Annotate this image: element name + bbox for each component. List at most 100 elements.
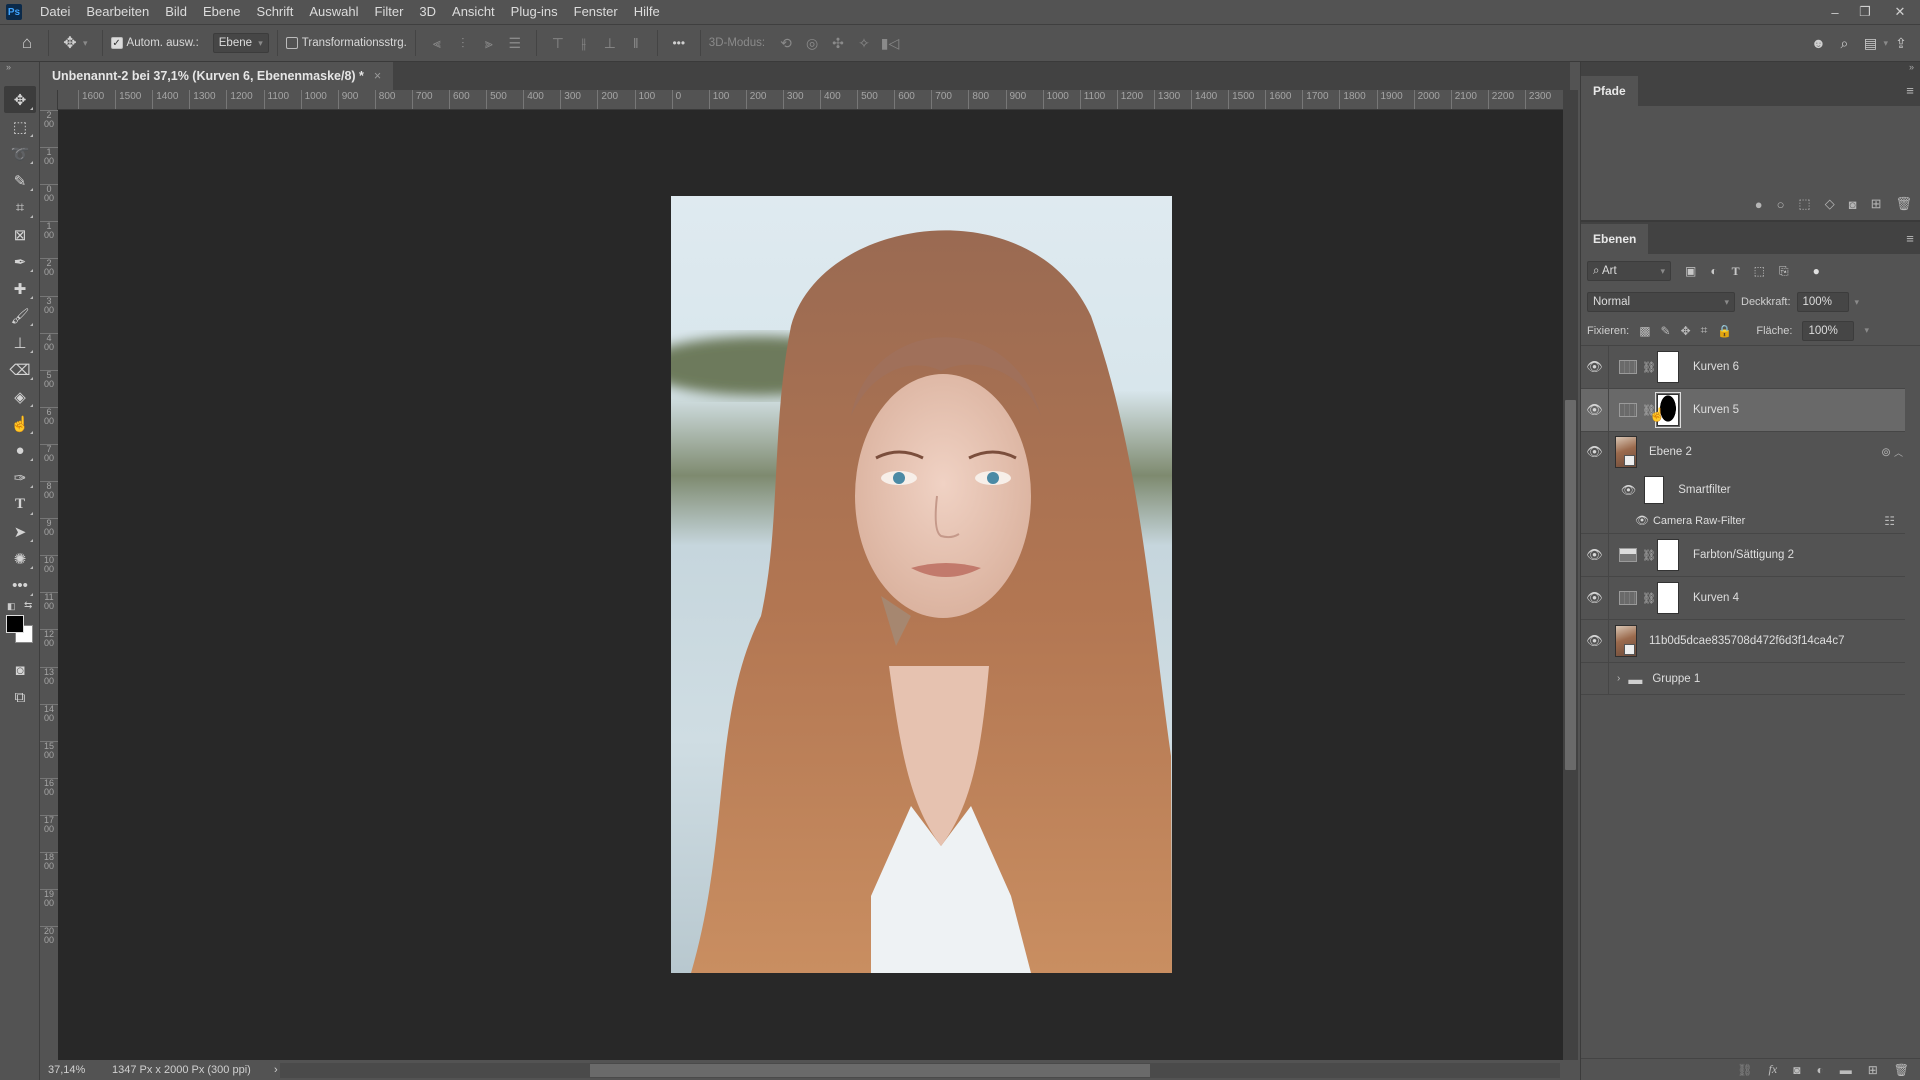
new-adjustment-layer-icon[interactable]: ◐ xyxy=(1816,1063,1823,1077)
more-tools-icon[interactable]: ••• xyxy=(4,572,36,599)
link-icon[interactable]: ⛓ xyxy=(1642,361,1656,374)
link-layers-icon[interactable]: ⛓ xyxy=(1737,1063,1752,1077)
layer-row[interactable]: 👁 Ebene 2 ⊚ ︿ xyxy=(1581,432,1905,472)
layer-mask-thumbnail[interactable] xyxy=(1657,582,1679,614)
default-colors-icon[interactable]: ◧ xyxy=(7,601,16,612)
add-layer-mask-icon[interactable]: ◙ xyxy=(1793,1063,1800,1077)
layer-row[interactable]: 👁 11b0d5dcae835708d472f6d3f14ca4c7 xyxy=(1581,619,1905,663)
healing-brush-tool-icon[interactable]: ✚ xyxy=(4,275,36,302)
fill-chevron-icon[interactable]: ▾ xyxy=(1864,325,1869,336)
delete-path-icon[interactable]: 🗑 xyxy=(1895,196,1912,212)
collapse-toolbar-icon[interactable]: » xyxy=(0,62,39,76)
foreground-color-swatch[interactable] xyxy=(6,615,24,633)
panel-menu-icon[interactable]: ≡ xyxy=(1900,231,1920,246)
transform-controls-checkbox[interactable] xyxy=(285,37,298,49)
paint-bucket-tool-icon[interactable]: ◈ xyxy=(4,383,36,410)
vertical-scrollbar[interactable] xyxy=(1563,90,1578,1060)
status-menu-arrow[interactable]: › xyxy=(274,1064,278,1076)
workspace-icon[interactable]: ▤ xyxy=(1857,30,1883,56)
fill-field[interactable]: 100% xyxy=(1802,320,1855,341)
3d-pan-icon[interactable]: ✣ xyxy=(825,30,851,56)
load-path-as-selection-icon[interactable]: ⬚ xyxy=(1798,196,1810,212)
filter-adjustment-layers-icon[interactable]: ◐ xyxy=(1710,264,1717,278)
menu-ansicht[interactable]: Ansicht xyxy=(444,0,503,24)
minimize-button[interactable]: – xyxy=(1820,0,1850,24)
menu-filter[interactable]: Filter xyxy=(367,0,412,24)
new-layer-icon[interactable]: ⊞ xyxy=(1868,1063,1878,1077)
menu-datei[interactable]: Datei xyxy=(32,0,78,24)
screen-mode-icon[interactable]: ⧉ xyxy=(4,684,36,711)
chevron-down-icon[interactable]: ▾ xyxy=(83,38,88,49)
layer-style-fx-icon[interactable]: fx xyxy=(1769,1062,1778,1077)
smart-filter-mask-thumbnail[interactable] xyxy=(1644,476,1665,504)
visibility-eye-icon[interactable]: 👁 xyxy=(1581,619,1609,663)
quick-mask-icon[interactable]: ◙ xyxy=(4,657,36,684)
lock-position-icon[interactable]: ✥ xyxy=(1681,324,1691,338)
restore-button[interactable]: ❐ xyxy=(1850,0,1880,24)
quick-selection-tool-icon[interactable]: ✎ xyxy=(4,167,36,194)
lock-transparent-pixels-icon[interactable]: ▩ xyxy=(1639,324,1650,338)
menu-fenster[interactable]: Fenster xyxy=(566,0,626,24)
menu-auswahl[interactable]: Auswahl xyxy=(301,0,366,24)
dodge-tool-icon[interactable]: ● xyxy=(4,437,36,464)
layer-mask-thumbnail[interactable] xyxy=(1657,351,1679,383)
swap-colors-icon[interactable]: ⇆ xyxy=(24,600,32,611)
distribute-vertical-icon[interactable]: ☰ xyxy=(502,30,528,56)
align-center-h-icon[interactable]: ⫶ xyxy=(450,30,476,56)
expand-group-chevron-icon[interactable]: › xyxy=(1617,673,1620,684)
make-work-path-icon[interactable]: ◇ xyxy=(1825,196,1835,212)
visibility-eye-icon[interactable]: 👁 xyxy=(1581,432,1609,472)
type-tool-icon[interactable]: T xyxy=(4,491,36,518)
group-row[interactable]: › ▬ Gruppe 1 xyxy=(1581,662,1905,695)
menu-hilfe[interactable]: Hilfe xyxy=(626,0,668,24)
layer-row[interactable]: 👁 ⛓ Kurven 4 xyxy=(1581,576,1905,620)
more-options-button[interactable]: ••• xyxy=(666,30,692,56)
distribute-horizontal-icon[interactable]: ‖ xyxy=(623,30,649,56)
visibility-eye-icon[interactable]: 👁 xyxy=(1635,514,1649,527)
crop-tool-icon[interactable]: ⌗ xyxy=(4,194,36,221)
smudge-tool-icon[interactable]: ☝ xyxy=(4,410,36,437)
filter-smart-objects-icon[interactable]: ⎘ xyxy=(1779,264,1789,279)
visibility-eye-icon[interactable]: 👁 xyxy=(1581,533,1609,577)
add-mask-icon[interactable]: ◙ xyxy=(1849,197,1857,212)
new-path-icon[interactable]: ⊞ xyxy=(1871,196,1882,212)
document-tab[interactable]: Unbenannt-2 bei 37,1% (Kurven 6, Ebenenm… xyxy=(40,62,394,90)
new-group-icon[interactable]: ▬ xyxy=(1840,1063,1852,1077)
smart-filter-indicator-icon[interactable]: ⊚ xyxy=(1881,445,1891,459)
align-bottom-icon[interactable]: ⊥ xyxy=(597,30,623,56)
horizontal-scrollbar[interactable] xyxy=(280,1063,1560,1078)
vertical-scroll-thumb[interactable] xyxy=(1565,400,1576,770)
filter-blending-options-icon[interactable]: ☷ xyxy=(1884,514,1895,528)
search-icon[interactable]: ⌕ xyxy=(1831,30,1857,56)
delete-layer-icon[interactable]: 🗑 xyxy=(1894,1063,1909,1077)
filter-pixel-layers-icon[interactable]: ▣ xyxy=(1685,264,1696,278)
tab-pfade[interactable]: Pfade xyxy=(1581,76,1638,106)
fill-path-icon[interactable]: ● xyxy=(1755,197,1763,212)
layer-mask-thumbnail[interactable] xyxy=(1657,539,1679,571)
menu-3d[interactable]: 3D xyxy=(411,0,444,24)
opacity-chevron-icon[interactable]: ▾ xyxy=(1855,297,1860,308)
visibility-eye-icon[interactable]: 👁 xyxy=(1581,388,1609,432)
visibility-eye-icon[interactable]: 👁 xyxy=(1581,345,1609,389)
blend-mode-dropdown[interactable]: Normal ▾ xyxy=(1587,292,1735,312)
visibility-eye-icon[interactable]: 👁 xyxy=(1621,483,1636,497)
3d-camera-icon[interactable]: ▮◁ xyxy=(877,30,903,56)
home-icon[interactable]: ⌂ xyxy=(14,30,40,56)
menu-bild[interactable]: Bild xyxy=(157,0,195,24)
visibility-eye-icon[interactable]: 👁 xyxy=(1581,576,1609,620)
3d-orbit-icon[interactable]: ⟲ xyxy=(773,30,799,56)
menu-bearbeiten[interactable]: Bearbeiten xyxy=(78,0,157,24)
lock-all-icon[interactable]: 🔒 xyxy=(1717,324,1732,338)
layer-filter-dropdown[interactable]: ⌕ Art ▾ xyxy=(1587,261,1671,281)
ruler-origin[interactable] xyxy=(40,90,58,110)
layer-row[interactable]: 👁 ⛓ Kurven 6 xyxy=(1581,345,1905,389)
horizontal-scroll-thumb[interactable] xyxy=(590,1064,1150,1077)
collapse-panels-icon[interactable]: » xyxy=(1581,62,1920,74)
filter-row[interactable]: 👁 Camera Raw-Filter ☷ xyxy=(1581,507,1905,534)
opacity-field[interactable]: 100% xyxy=(1796,292,1849,312)
close-window-button[interactable]: ✕ xyxy=(1880,0,1920,24)
collapse-effects-icon[interactable]: ︿ xyxy=(1894,446,1903,459)
3d-slide-icon[interactable]: ✧ xyxy=(851,30,877,56)
auto-select-checkbox[interactable]: ✓ xyxy=(110,37,123,49)
auto-select-target-dropdown[interactable]: Ebene ▾ xyxy=(212,33,269,53)
